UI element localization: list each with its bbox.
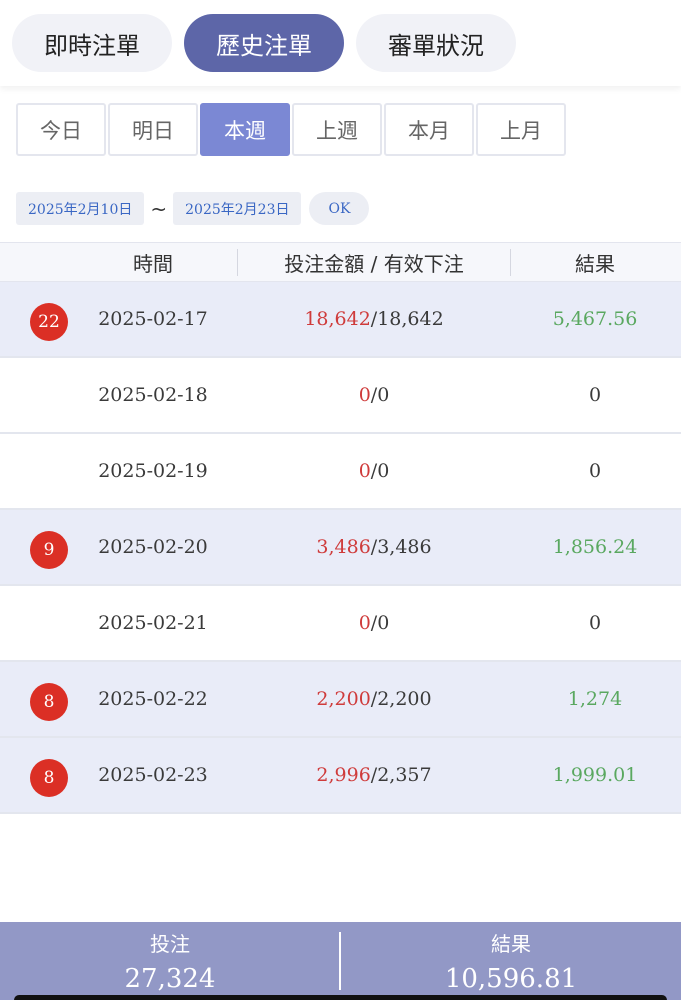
tab-review-status[interactable]: 審單狀況 — [356, 14, 516, 72]
summary-bar: 投注 27,324 結果 10,596.81 — [0, 922, 681, 1000]
bet-count-badge: 8 — [30, 759, 68, 797]
row-bet-amount: 18,642/18,642 — [238, 282, 510, 356]
summary-result: 結果 10,596.81 — [341, 922, 681, 1000]
summary-bet: 投注 27,324 — [0, 922, 340, 1000]
valid-bet: 18,642 — [377, 308, 444, 330]
period-this-month-button[interactable]: 本月 — [384, 103, 474, 156]
row-date: 2025-02-20 — [98, 536, 208, 558]
header-time: 時間 — [133, 251, 173, 276]
row-result: 0 — [588, 384, 602, 406]
start-date-field[interactable]: 2025年2月10日 — [16, 192, 145, 225]
table-row[interactable]: 2025-02-18 0/0 0 — [0, 358, 681, 434]
valid-bet: 0 — [377, 384, 390, 406]
header-bet-amount: 投注金額 / 有效下注 — [284, 251, 464, 276]
bet-count-badge: 22 — [30, 303, 68, 341]
period-tomorrow-button[interactable]: 明日 — [108, 103, 198, 156]
date-separator: ~ — [150, 196, 168, 221]
row-date: 2025-02-22 — [98, 688, 208, 710]
bet-amount: 18,642 — [304, 308, 371, 330]
row-date: 2025-02-18 — [98, 384, 208, 406]
row-result: 1,274 — [567, 688, 623, 710]
period-today-button[interactable]: 今日 — [16, 103, 106, 156]
summary-bet-total: 27,324 — [124, 964, 216, 994]
row-result: 1,999.01 — [552, 764, 638, 786]
valid-bet: 2,200 — [377, 688, 432, 710]
valid-bet: 2,357 — [377, 764, 432, 786]
bet-history-list: 22 2025-02-17 18,642/18,642 5,467.56 202… — [0, 282, 681, 814]
summary-result-label: 結果 — [491, 932, 531, 956]
bet-amount: 0 — [358, 460, 371, 482]
period-last-month-button[interactable]: 上月 — [476, 103, 566, 156]
bet-amount: 2,200 — [316, 688, 371, 710]
table-row[interactable]: 9 2025-02-20 3,486/3,486 1,856.24 — [0, 510, 681, 586]
period-this-week-button[interactable]: 本週 — [200, 103, 290, 156]
row-bet-amount: 3,486/3,486 — [238, 510, 510, 584]
bet-count-badge: 9 — [30, 531, 68, 569]
row-date: 2025-02-19 — [98, 460, 208, 482]
home-indicator — [14, 995, 667, 1000]
period-last-week-button[interactable]: 上週 — [292, 103, 382, 156]
bet-count-badge: 8 — [30, 683, 68, 721]
row-bet-amount: 2,200/2,200 — [238, 662, 510, 736]
bet-amount: 0 — [358, 384, 371, 406]
row-bet-amount: 2,996/2,357 — [238, 738, 510, 812]
row-bet-amount: 0/0 — [238, 358, 510, 432]
row-date: 2025-02-17 — [98, 308, 208, 330]
date-range: 2025年2月10日 ~ 2025年2月23日 OK — [16, 192, 370, 225]
table-row[interactable]: 2025-02-21 0/0 0 — [0, 586, 681, 662]
table-row[interactable]: 2025-02-19 0/0 0 — [0, 434, 681, 510]
tab-realtime-bets[interactable]: 即時注單 — [12, 14, 172, 72]
valid-bet: 3,486 — [377, 536, 432, 558]
table-header: 時間 投注金額 / 有效下注 結果 — [0, 242, 681, 282]
summary-bet-label: 投注 — [150, 932, 190, 956]
bet-amount: 0 — [358, 612, 371, 634]
header-result: 結果 — [575, 251, 615, 276]
table-row[interactable]: 22 2025-02-17 18,642/18,642 5,467.56 — [0, 282, 681, 358]
row-date: 2025-02-21 — [98, 612, 208, 634]
tab-history-bets[interactable]: 歷史注單 — [184, 14, 344, 72]
valid-bet: 0 — [377, 460, 390, 482]
row-result: 1,856.24 — [552, 536, 638, 558]
row-result: 0 — [588, 612, 602, 634]
table-row[interactable]: 8 2025-02-22 2,200/2,200 1,274 — [0, 662, 681, 738]
valid-bet: 0 — [377, 612, 390, 634]
row-bet-amount: 0/0 — [238, 434, 510, 508]
bet-amount: 3,486 — [316, 536, 371, 558]
row-result: 0 — [588, 460, 602, 482]
table-row[interactable]: 8 2025-02-23 2,996/2,357 1,999.01 — [0, 738, 681, 814]
summary-result-total: 10,596.81 — [444, 964, 578, 994]
header-divider — [510, 249, 511, 276]
row-result: 5,467.56 — [552, 308, 638, 330]
bet-amount: 2,996 — [316, 764, 371, 786]
period-filter: 今日 明日 本週 上週 本月 上月 — [16, 103, 566, 156]
end-date-field[interactable]: 2025年2月23日 — [173, 192, 302, 225]
ok-button[interactable]: OK — [309, 192, 370, 225]
top-tab-bar: 即時注單 歷史注單 審單狀況 — [0, 0, 681, 86]
row-date: 2025-02-23 — [98, 764, 208, 786]
row-bet-amount: 0/0 — [238, 586, 510, 660]
